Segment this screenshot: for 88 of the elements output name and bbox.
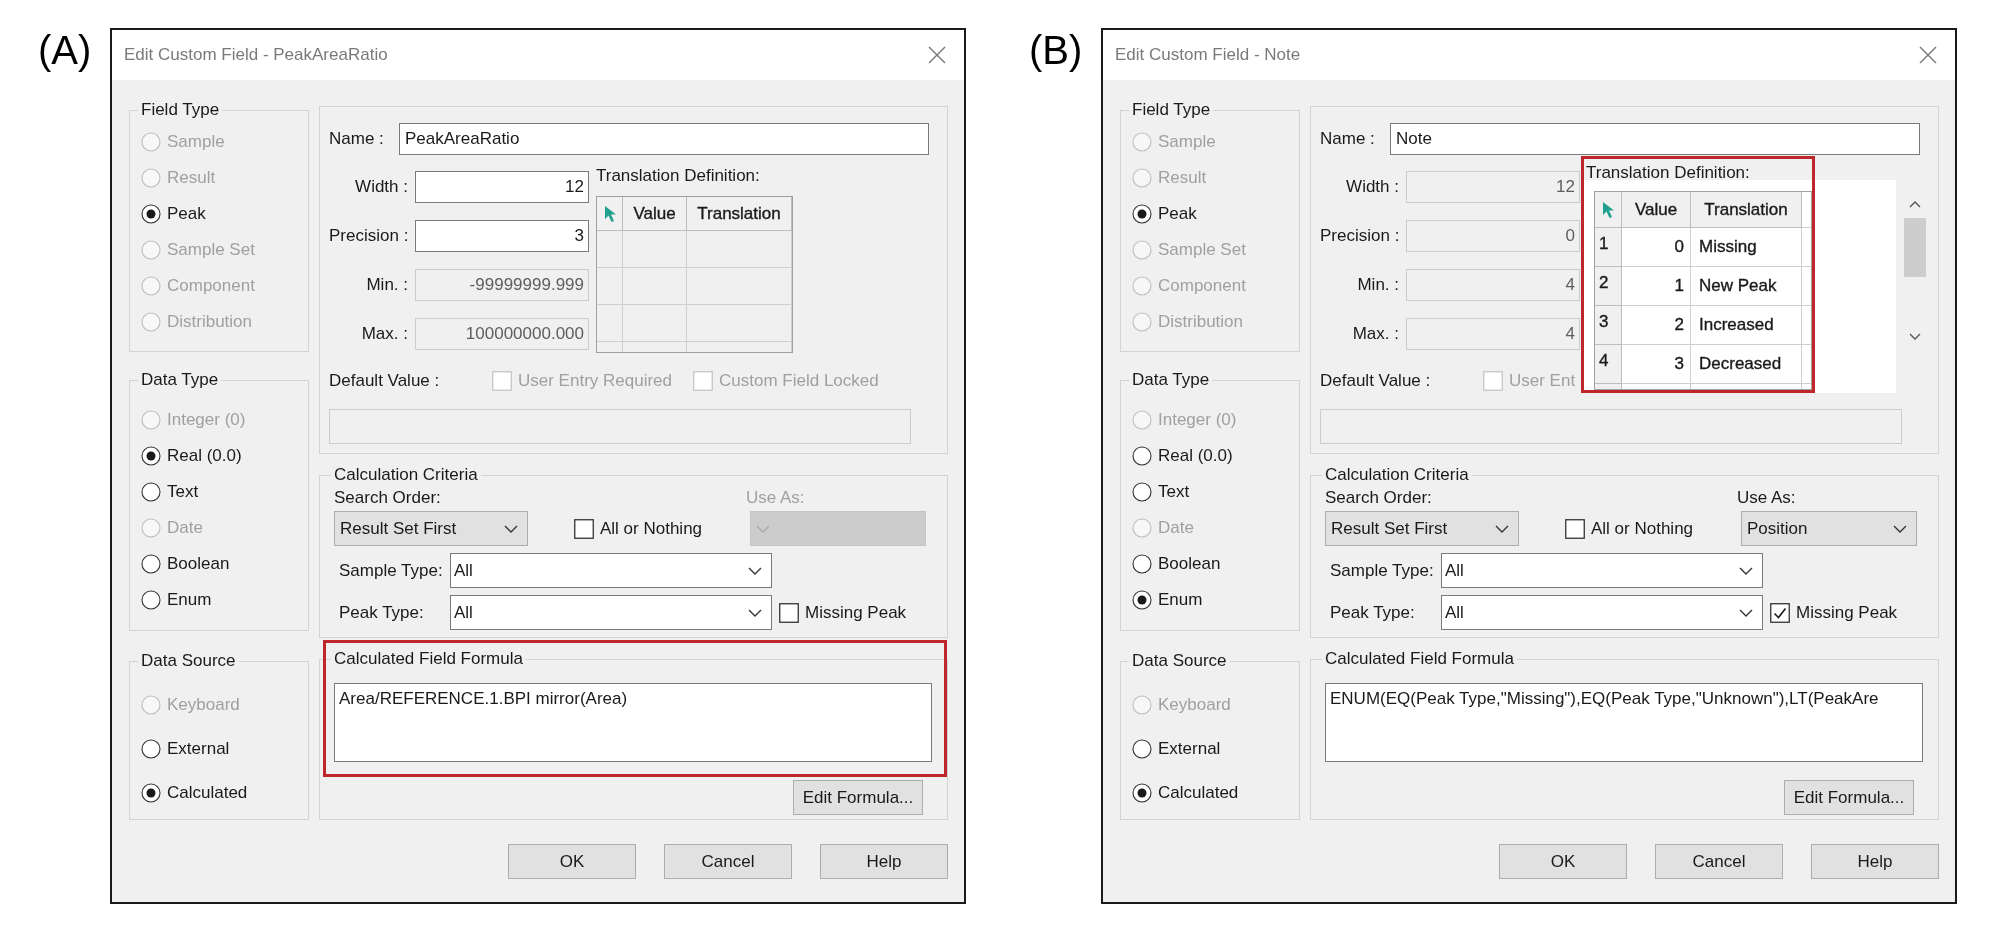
- field-label: Min. :: [365, 275, 408, 295]
- dropdown[interactable]: Position: [1741, 511, 1917, 546]
- scroll-thumb[interactable]: [1904, 218, 1926, 277]
- chevron-down-icon: [1739, 608, 1753, 617]
- field-label: Peak Type:: [338, 602, 425, 623]
- checkbox-option[interactable]: All or Nothing: [574, 511, 703, 546]
- chevron-down-icon: [748, 566, 762, 575]
- field-label: Use As:: [746, 488, 806, 508]
- field-label: Min. :: [1356, 275, 1399, 295]
- dialog-button[interactable]: Cancel: [1655, 844, 1783, 879]
- group-title: Field Type: [138, 100, 223, 120]
- number-field[interactable]: 12: [415, 171, 589, 203]
- radio-option[interactable]: Boolean: [141, 546, 230, 582]
- field-label: Name :: [329, 129, 385, 149]
- chevron-up-icon[interactable]: [1909, 200, 1921, 208]
- panel-label: (A): [38, 27, 93, 73]
- radio-option[interactable]: Real (0.0): [141, 438, 242, 474]
- field-label: Max. :: [360, 324, 408, 344]
- field-label: Precision :: [1320, 226, 1399, 246]
- dialog-button[interactable]: Cancel: [664, 844, 792, 879]
- radio-option[interactable]: Peak: [1132, 196, 1197, 232]
- name-field[interactable]: PeakAreaRatio: [399, 123, 929, 155]
- chevron-down-icon[interactable]: [1909, 333, 1921, 341]
- group-title: Data Type: [138, 370, 222, 390]
- dropdown[interactable]: Result Set First: [334, 511, 528, 546]
- dropdown[interactable]: All: [450, 553, 772, 588]
- field-label: Name :: [1320, 129, 1376, 149]
- field-label: Default Value :: [329, 371, 441, 391]
- edit-formula-button[interactable]: Edit Formula...: [1784, 780, 1914, 815]
- cursor-icon: [1601, 200, 1615, 219]
- window-title: Edit Custom Field - PeakAreaRatio: [124, 45, 388, 65]
- radio-option[interactable]: Enum: [141, 582, 212, 618]
- radio-option[interactable]: Boolean: [1132, 546, 1221, 582]
- grid-title: Translation Definition:: [596, 166, 761, 186]
- dropdown[interactable]: All: [450, 595, 772, 630]
- radio-option[interactable]: Peak: [141, 196, 206, 232]
- column-header: Value: [1622, 192, 1691, 228]
- panel-label: (B): [1029, 27, 1084, 73]
- checkbox-option[interactable]: All or Nothing: [1565, 511, 1694, 546]
- radio-option[interactable]: Enum: [1132, 582, 1203, 618]
- dialog-button[interactable]: OK: [1499, 844, 1627, 879]
- formula-field[interactable]: ENUM(EQ(Peak Type,"Missing"),EQ(Peak Type,"Unknown"),LT(PeakAre: [1325, 683, 1923, 762]
- close-icon[interactable]: [928, 46, 946, 64]
- name-field[interactable]: Note: [1390, 123, 1920, 155]
- checkbox-option[interactable]: Missing Peak: [1770, 602, 1898, 623]
- checkbox-option[interactable]: Missing Peak: [779, 602, 907, 623]
- dropdown[interactable]: Result Set First: [1325, 511, 1519, 546]
- radio-option[interactable]: External: [141, 727, 230, 771]
- window-title: Edit Custom Field - Note: [1115, 45, 1301, 65]
- column-header: Translation: [687, 197, 792, 231]
- radio-option[interactable]: Text: [141, 474, 199, 510]
- group-title: Data Type: [1129, 370, 1213, 390]
- column-header: Translation: [1691, 192, 1802, 228]
- field-label: Max. :: [1351, 324, 1399, 344]
- column-header: Value: [623, 197, 687, 231]
- field-label: Default Value :: [1320, 371, 1432, 391]
- field-label: Use As:: [1737, 488, 1797, 508]
- group-title: Field Type: [1129, 100, 1214, 120]
- chevron-down-icon: [504, 524, 518, 533]
- chevron-down-icon: [1739, 566, 1753, 575]
- dialog-button[interactable]: OK: [508, 844, 636, 879]
- field-label: Search Order:: [1325, 488, 1433, 508]
- radio-option[interactable]: Calculated: [1132, 771, 1239, 815]
- field-label: Width :: [1345, 177, 1399, 197]
- field-label: Precision :: [329, 226, 408, 246]
- field-label: Search Order:: [334, 488, 442, 508]
- dropdown[interactable]: All: [1441, 553, 1763, 588]
- field-label: Width :: [354, 177, 408, 197]
- radio-option[interactable]: Text: [1132, 474, 1190, 510]
- edit-formula-button[interactable]: Edit Formula...: [793, 780, 923, 815]
- formula-field[interactable]: Area/REFERENCE.1.BPI mirror(Area): [334, 683, 932, 762]
- chevron-down-icon: [756, 524, 770, 533]
- chevron-down-icon: [1495, 524, 1509, 533]
- dialog-button[interactable]: Help: [1811, 844, 1939, 879]
- cursor-icon: [602, 204, 617, 223]
- chevron-down-icon: [748, 608, 762, 617]
- field-label: Sample Type:: [338, 560, 444, 581]
- radio-option[interactable]: Calculated: [141, 771, 248, 815]
- radio-option[interactable]: Real (0.0): [1132, 438, 1233, 474]
- dialog-button[interactable]: Help: [820, 844, 948, 879]
- field-label: Sample Type:: [1329, 560, 1435, 581]
- close-icon[interactable]: [1919, 46, 1937, 64]
- chevron-down-icon: [1893, 524, 1907, 533]
- dropdown[interactable]: All: [1441, 595, 1763, 630]
- grid-title: Translation Definition:: [1586, 163, 1751, 183]
- number-field[interactable]: 3: [415, 220, 589, 252]
- field-label: Peak Type:: [1329, 602, 1416, 623]
- radio-option[interactable]: External: [1132, 727, 1221, 771]
